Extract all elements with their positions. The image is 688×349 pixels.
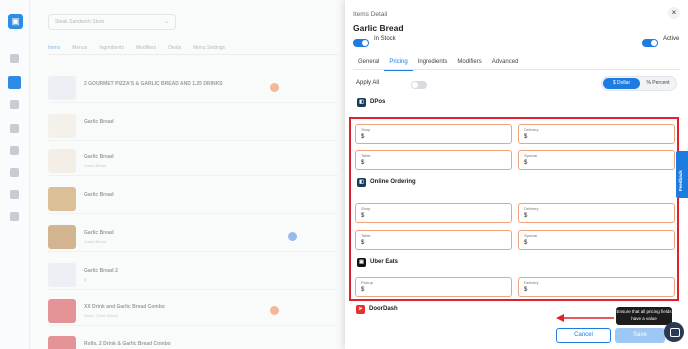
store-selector[interactable]: Steak Sandwich Store ⌄ [48,14,176,30]
settings-nav-icon[interactable] [10,212,19,221]
marketing-nav-icon[interactable] [10,168,19,177]
tab-ingredients[interactable]: Ingredients [99,45,124,51]
dpos-icon: ◧ [357,98,366,107]
feedback-label: Feedback [678,170,683,191]
tab-modifiers[interactable]: Modifiers [136,45,156,51]
item-name: Garlic Bread [84,154,114,160]
save-button[interactable]: Save [615,328,665,343]
chat-support-icon[interactable] [664,322,684,342]
store-selector-value: Steak Sandwich Store [55,19,105,25]
item-name-heading: Garlic Bread [353,23,404,33]
customers-nav-icon[interactable] [10,146,19,155]
tab-divider [353,69,680,70]
items-list-background: Steak Sandwich Store ⌄ Items Menus Ingre… [30,0,346,349]
orders-nav-icon[interactable] [10,100,19,109]
doordash-section-title: DoorDash [369,306,398,312]
item-subtitle: Garlic Bread [84,163,107,168]
list-item[interactable]: Garlic Bread Garlic Bread [48,222,338,252]
chevron-down-icon: ⌄ [163,19,169,25]
in-stock-label: In Stock [374,36,396,42]
dpos-section-title: DPos [370,99,386,105]
dollar-option[interactable]: $ Dollar [603,78,640,89]
status-dot [270,83,279,92]
left-nav-rail: ▣ [0,0,30,349]
list-item[interactable]: Garlic Bread 2 $ [48,260,338,290]
apply-all-label: Apply All [356,80,380,86]
percent-option[interactable]: % Percent [640,78,676,89]
item-thumbnail [48,76,76,100]
tab-menu-settings[interactable]: Menu Settings [193,45,225,51]
list-item[interactable]: XX Drink and Garlic Bread Combo Drink, G… [48,296,338,326]
item-thumbnail [48,114,76,138]
dashboard-nav-icon[interactable] [10,54,19,63]
tab-menus[interactable]: Menus [72,45,87,51]
tab-divider [48,54,338,55]
doordash-icon: ➤ [356,305,365,314]
item-name: Garlic Bread [84,230,114,236]
item-name: Garlic Bread [84,119,114,125]
cancel-button[interactable]: Cancel [556,328,611,343]
in-stock-toggle[interactable] [353,39,369,47]
staff-nav-icon[interactable] [10,190,19,199]
status-dot [270,306,279,315]
item-thumbnail [48,225,76,249]
item-subtitle: Drink, Garlic Bread [84,313,118,318]
list-item[interactable]: Garlic Bread [48,184,338,214]
item-subtitle: Garlic Bread [84,239,107,244]
arrow-annotation-icon [556,314,614,322]
items-tabs: Items Menus Ingredients Modifiers Deals … [48,45,225,51]
list-item[interactable]: Garlic Bread Garlic Bread [48,146,338,176]
item-name: Garlic Bread 2 [84,268,118,274]
item-thumbnail [48,263,76,287]
item-thumbnail [48,336,76,349]
item-name: Garlic Bread [84,192,114,198]
reports-nav-icon[interactable] [10,124,19,133]
item-name: XX Drink and Garlic Bread Combo [84,304,165,310]
app-logo-icon[interactable]: ▣ [8,14,23,29]
feedback-tab[interactable]: Feedback [676,151,688,198]
item-name: Rolls, 2 Drink & Garlic Bread Combo [84,341,171,347]
apply-all-toggle[interactable] [411,81,427,89]
validation-tooltip: Ensure that all pricing fields have a va… [616,307,672,325]
item-thumbnail [48,149,76,173]
drawer-title: Items Detail [353,11,388,18]
tab-items[interactable]: Items [48,45,60,51]
items-nav-icon[interactable] [8,76,21,89]
currency-mode-toggle: $ Dollar % Percent [601,76,677,91]
list-item[interactable]: Garlic Bread [48,111,338,141]
item-thumbnail [48,187,76,211]
close-icon[interactable]: × [668,7,680,19]
item-subtitle: $ [84,277,87,282]
pricing-fields-highlight [349,117,679,301]
item-thumbnail [48,299,76,323]
tab-deals[interactable]: Deals [168,45,181,51]
status-dot [288,232,297,241]
list-item[interactable]: Rolls, 2 Drink & Garlic Bread Combo [48,333,338,349]
list-item[interactable]: 2 GOURMET PIZZA'S & GARLIC BREAD AND 1.2… [48,73,338,103]
active-label: Active [663,36,680,42]
active-toggle[interactable] [642,39,658,47]
item-name: 2 GOURMET PIZZA'S & GARLIC BREAD AND 1.2… [84,81,223,87]
